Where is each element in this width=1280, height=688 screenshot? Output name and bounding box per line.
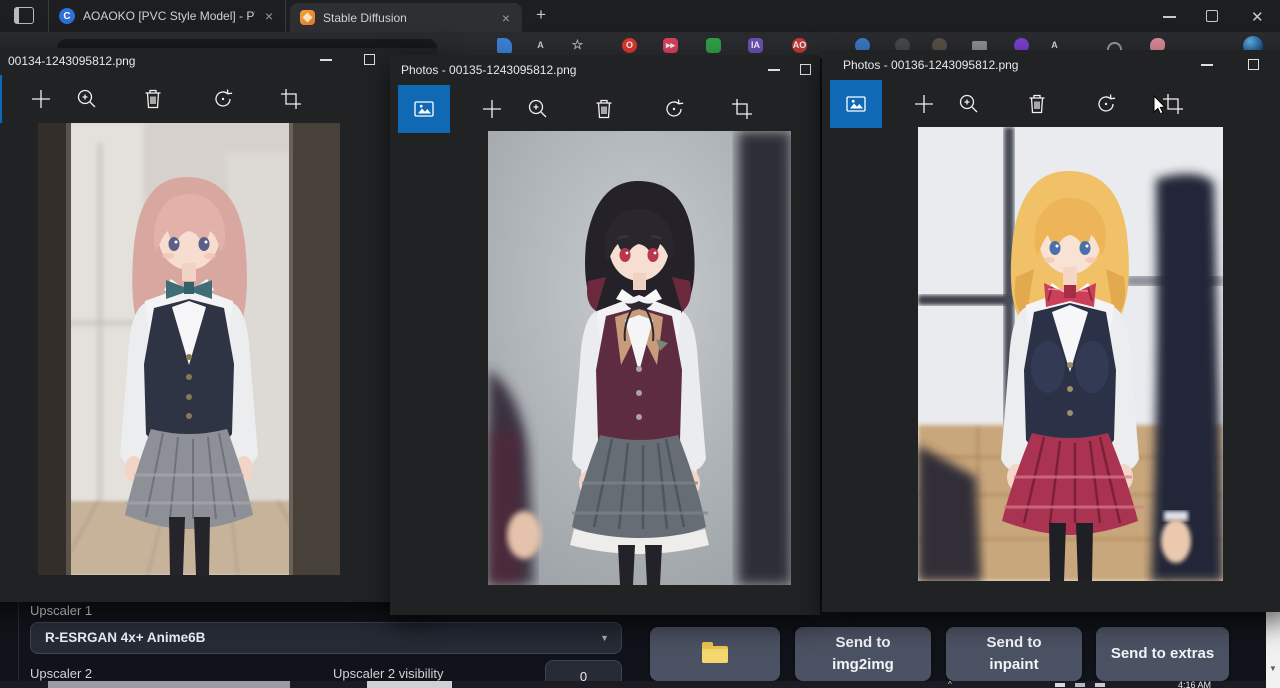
window-title: 00134-1243095812.png xyxy=(8,54,135,68)
favorites-star-icon[interactable]: ☆ xyxy=(570,38,585,53)
extension-icon[interactable] xyxy=(497,38,512,53)
rotate-icon[interactable] xyxy=(210,86,236,112)
minimize-button[interactable] xyxy=(1163,16,1176,18)
maximize-button[interactable] xyxy=(800,64,811,75)
photos-window-2[interactable]: Photos - 00135-1243095812.png xyxy=(390,55,820,615)
extension-icon[interactable]: IA xyxy=(748,38,763,53)
clock: 4:16 AM xyxy=(1178,681,1211,688)
scroll-down-icon[interactable]: ▼ xyxy=(1269,664,1277,673)
vertical-tabs-icon[interactable] xyxy=(14,7,34,24)
rotate-icon[interactable] xyxy=(1093,91,1119,117)
delete-icon[interactable] xyxy=(591,96,617,122)
close-icon[interactable]: × xyxy=(500,11,512,25)
restore-button[interactable] xyxy=(1206,10,1218,22)
chevron-down-icon: ▼ xyxy=(600,623,609,653)
maximize-button[interactable] xyxy=(1248,59,1259,70)
delete-icon[interactable] xyxy=(140,86,166,112)
crop-icon[interactable] xyxy=(278,86,304,112)
sd-favicon-icon xyxy=(300,10,315,25)
photos-window-3[interactable]: Photos - 00136-1243095812.png xyxy=(822,50,1280,612)
see-all-photos-button[interactable] xyxy=(398,85,450,133)
screen: Upscaler 1 R-ESRGAN 4x+ Anime6B ▼ Upscal… xyxy=(0,0,1280,688)
zoom-in-icon[interactable] xyxy=(74,86,100,112)
tray-chevron-icon[interactable]: ^ xyxy=(948,681,952,688)
see-all-photos-button[interactable] xyxy=(0,75,2,123)
photo-image-00134[interactable] xyxy=(38,123,340,575)
window-title: Photos - 00136-1243095812.png xyxy=(843,58,1018,72)
tray-icon[interactable] xyxy=(1055,683,1065,687)
close-icon[interactable]: × xyxy=(263,9,275,23)
tab-title: AOAOKO [PVC Style Model] - PV xyxy=(83,9,255,23)
zoom-in-icon[interactable] xyxy=(525,96,551,122)
extension-icon[interactable]: A xyxy=(533,38,548,53)
new-tab-button[interactable]: + xyxy=(536,5,546,25)
taskbar-segment xyxy=(367,681,452,688)
browser-tab-bar: C AOAOKO [PVC Style Model] - PV × Stable… xyxy=(0,0,1280,32)
open-folder-button[interactable] xyxy=(650,627,780,681)
civitai-favicon-icon: C xyxy=(59,8,75,24)
upscaler2-label: Upscaler 2 xyxy=(30,666,92,681)
extension-icon[interactable]: ▸▸ xyxy=(663,38,678,53)
extension-icon[interactable]: AO xyxy=(792,38,807,53)
minimize-button[interactable] xyxy=(768,69,780,71)
upscaler2-visibility-label: Upscaler 2 visibility xyxy=(333,666,444,681)
browser-tab-stable-diffusion[interactable]: Stable Diffusion × xyxy=(290,3,522,32)
add-icon[interactable] xyxy=(911,91,937,117)
rotate-icon[interactable] xyxy=(661,96,687,122)
upscaler1-select[interactable]: R-ESRGAN 4x+ Anime6B ▼ xyxy=(30,622,622,654)
photos-window-1[interactable]: 00134-1243095812.png xyxy=(0,48,437,602)
add-icon[interactable] xyxy=(479,96,505,122)
maximize-button[interactable] xyxy=(364,54,375,65)
send-to-inpaint-button[interactable]: Send to inpaint xyxy=(946,627,1082,681)
close-button[interactable]: ✕ xyxy=(1251,8,1264,26)
tab-title: Stable Diffusion xyxy=(323,11,492,25)
photos-gallery-icon xyxy=(412,97,436,121)
send-to-img2img-button[interactable]: Send to img2img xyxy=(795,627,931,681)
taskbar-segment xyxy=(48,681,290,688)
photos-gallery-icon xyxy=(844,92,868,116)
extension-icon[interactable] xyxy=(706,38,721,53)
see-all-photos-button[interactable] xyxy=(830,80,882,128)
folder-icon xyxy=(702,646,728,663)
mouse-cursor xyxy=(1152,95,1170,113)
panel-divider xyxy=(18,598,19,682)
taskbar[interactable]: ^ 4:16 AM xyxy=(0,681,1266,688)
tray-icon[interactable] xyxy=(1095,683,1105,687)
zoom-in-icon[interactable] xyxy=(956,91,982,117)
send-to-extras-button[interactable]: Send to extras xyxy=(1096,627,1229,681)
window-title: Photos - 00135-1243095812.png xyxy=(401,63,576,77)
photo-image-00135[interactable] xyxy=(488,131,791,585)
upscaler1-value: R-ESRGAN 4x+ Anime6B xyxy=(45,630,205,645)
tray-icon[interactable] xyxy=(1075,683,1085,687)
extension-icon[interactable]: O xyxy=(622,38,637,53)
minimize-button[interactable] xyxy=(320,59,332,61)
add-icon[interactable] xyxy=(28,86,54,112)
upscaler1-label: Upscaler 1 xyxy=(30,603,92,618)
delete-icon[interactable] xyxy=(1024,91,1050,117)
page-scrollbar[interactable]: ▼ xyxy=(1266,612,1280,688)
browser-tab-aoaoko[interactable]: C AOAOKO [PVC Style Model] - PV × xyxy=(48,0,286,32)
crop-icon[interactable] xyxy=(729,96,755,122)
minimize-button[interactable] xyxy=(1201,64,1213,66)
photo-image-00136[interactable] xyxy=(918,127,1223,581)
